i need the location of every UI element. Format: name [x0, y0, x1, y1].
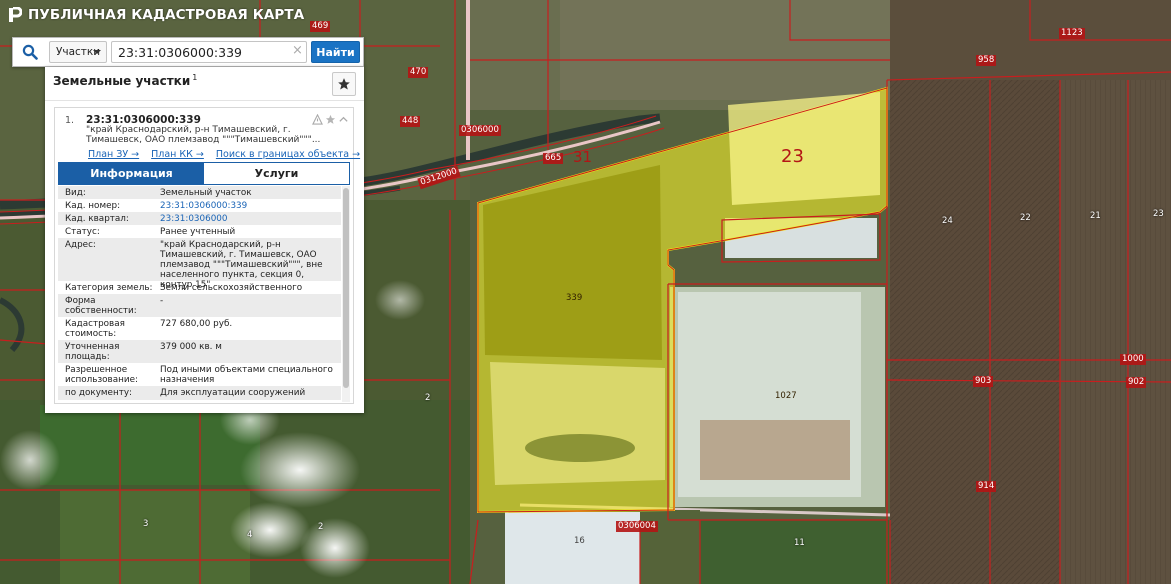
- quarter-label[interactable]: 0306004: [616, 521, 658, 532]
- parcel-label[interactable]: 1027: [773, 391, 799, 402]
- parcel-label[interactable]: 16: [572, 536, 587, 547]
- attr-row: Кадастровая стоимость: 727 680,00 руб.: [58, 317, 341, 340]
- attributes-table: Вид: Земельный участок Кад. номер: 23:31…: [58, 186, 350, 402]
- result-index: 1.: [65, 115, 75, 126]
- attr-row: Уточненная площадь: 379 000 кв. м: [58, 340, 341, 363]
- search-bar: Участки × Найти: [12, 37, 364, 67]
- attr-label: Форма собственности:: [65, 296, 137, 316]
- parcel-label[interactable]: 2: [316, 522, 325, 533]
- attr-label: Кад. квартал:: [65, 214, 129, 224]
- result-address-line: Тимашевск, ОАО племзавод """Тимашевский"…: [86, 135, 321, 145]
- search-input[interactable]: [111, 41, 307, 63]
- result-tabs: Информация Услуги: [58, 162, 350, 185]
- parcel-label[interactable]: 665: [543, 153, 564, 164]
- attr-value: Под иными объектами специального назначе…: [160, 365, 333, 385]
- search-icon[interactable]: [13, 38, 47, 66]
- parcel-label[interactable]: 22: [1018, 213, 1033, 224]
- quarter-label[interactable]: 0306000: [459, 125, 501, 136]
- parcel-label[interactable]: 24: [940, 216, 955, 227]
- search-submit-button[interactable]: Найти: [311, 41, 360, 63]
- district-label: 31: [573, 148, 593, 166]
- panel-title: Земельные участки 1: [53, 73, 197, 88]
- attr-value: Земельный участок: [160, 188, 252, 198]
- attr-label: Статус:: [65, 227, 100, 237]
- attr-label: Вид:: [65, 188, 86, 198]
- parcel-label[interactable]: 1123: [1059, 28, 1085, 39]
- attr-label: Кадастровая стоимость:: [65, 319, 125, 339]
- search-within-object-link[interactable]: Поиск в границах объекта →: [216, 149, 360, 160]
- parcel-label[interactable]: 3: [141, 519, 150, 530]
- parcel-label[interactable]: 448: [400, 116, 421, 127]
- star-icon[interactable]: [325, 114, 336, 125]
- parcel-label[interactable]: 2: [423, 393, 432, 404]
- app-title: ПУБЛИЧНАЯ КАДАСТРОВАЯ КАРТА: [8, 7, 304, 23]
- divider: [45, 100, 364, 101]
- attr-row: Категория земель: Земли сельскохозяйстве…: [58, 281, 341, 303]
- app-title-text: ПУБЛИЧНАЯ КАДАСТРОВАЯ КАРТА: [28, 7, 305, 23]
- district-label: 23: [781, 146, 804, 167]
- parcel-label[interactable]: 958: [976, 55, 997, 66]
- attr-label: Кад. номер:: [65, 201, 121, 211]
- result-links: План ЗУ → План КК → Поиск в границах объ…: [88, 149, 360, 160]
- rosreestr-logo-icon: [9, 7, 22, 22]
- close-icon[interactable]: ×: [292, 44, 303, 58]
- attr-value-link[interactable]: 23:31:0306000: [160, 214, 338, 224]
- attr-value: Ранее учтенный: [160, 227, 236, 237]
- attr-value: Для эксплуатации сооружений: [160, 388, 306, 398]
- favorites-button[interactable]: [332, 72, 356, 96]
- parcel-label[interactable]: 903: [973, 376, 994, 387]
- parcel-label[interactable]: 470: [408, 67, 429, 78]
- star-icon: [338, 78, 350, 90]
- parcel-label[interactable]: 914: [976, 481, 997, 492]
- panel-title-text: Земельные участки: [53, 74, 191, 88]
- attr-row: Кад. квартал: 23:31:0306000: [58, 212, 341, 225]
- attr-label: Разрешенное использование:: [65, 365, 138, 385]
- attr-value: -: [160, 296, 164, 306]
- attr-value-link[interactable]: 23:31:0306000:339: [160, 201, 338, 211]
- attr-label: Категория земель:: [65, 283, 153, 293]
- result-address: "край Краснодарский, р-н Тимашевский, г.…: [86, 125, 331, 145]
- attr-row: Кад. номер: 23:31:0306000:339: [58, 199, 341, 212]
- attr-value: 379 000 кв. м: [160, 342, 222, 352]
- search-mode-select[interactable]: Участки: [49, 41, 107, 63]
- attr-row: Форма собственности: -: [58, 294, 341, 317]
- cadastral-plan-link[interactable]: План КК →: [151, 149, 204, 160]
- parcel-label[interactable]: 469: [310, 21, 331, 32]
- attr-row: Статус: Ранее учтенный: [58, 225, 341, 238]
- attr-row: Адрес: "край Краснодарский, р-н Тимашевс…: [58, 238, 341, 290]
- attr-value: 727 680,00 руб.: [160, 319, 233, 329]
- parcel-label[interactable]: 902: [1126, 377, 1147, 388]
- parcel-label-selected[interactable]: 339: [564, 293, 584, 304]
- results-panel: Земельные участки 1 1. 23:31:0306000:339 …: [45, 67, 364, 413]
- chevron-up-icon[interactable]: [338, 114, 349, 125]
- warning-icon[interactable]: [312, 114, 323, 125]
- attr-label: по документу:: [65, 388, 133, 398]
- chevron-down-icon: [93, 50, 101, 54]
- tab-services[interactable]: Услуги: [204, 163, 349, 184]
- parcel-label[interactable]: 23: [1151, 209, 1166, 220]
- result-count: 1: [192, 73, 198, 82]
- card-tools: [312, 114, 349, 125]
- attr-label: Уточненная площадь:: [65, 342, 120, 362]
- attr-label: Адрес:: [65, 240, 96, 250]
- parcel-label[interactable]: 21: [1088, 211, 1103, 222]
- attr-row: Разрешенное использование: Под иными объ…: [58, 363, 341, 386]
- tab-info[interactable]: Информация: [59, 163, 204, 184]
- attr-row: Вид: Земельный участок: [58, 186, 341, 199]
- attr-row: по документу: Для эксплуатации сооружени…: [58, 386, 341, 400]
- scrollbar-thumb[interactable]: [343, 188, 349, 388]
- parcel-label[interactable]: 11: [792, 538, 807, 549]
- parcel-label[interactable]: 4: [245, 530, 254, 541]
- land-plan-link[interactable]: План ЗУ →: [88, 149, 139, 160]
- scrollbar[interactable]: [342, 186, 350, 402]
- result-card: 1. 23:31:0306000:339 "край Краснодарский…: [54, 107, 360, 404]
- parcel-label[interactable]: 1000: [1120, 354, 1146, 365]
- result-address-line: "край Краснодарский, р-н Тимашевский, г.: [86, 125, 291, 135]
